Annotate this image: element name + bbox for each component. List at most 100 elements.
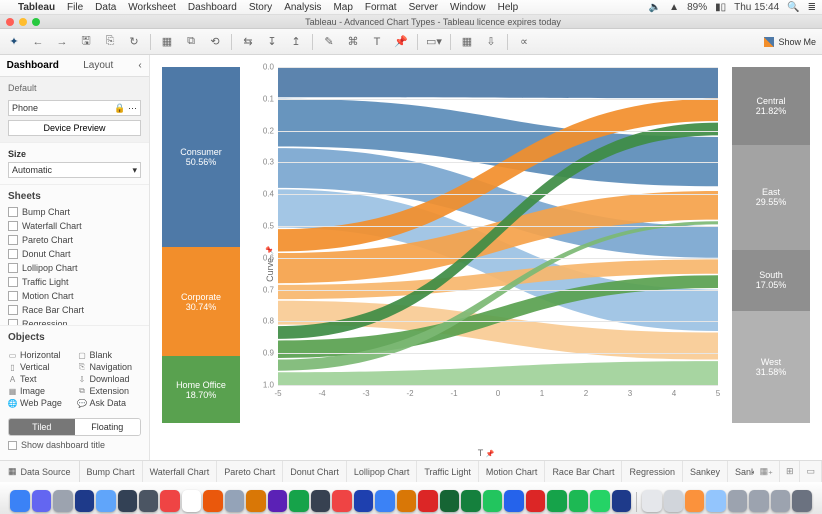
right-stacked-bar[interactable]: Central21.82%East29.55%South17.05%West31… (732, 67, 810, 423)
data-source-tab[interactable]: ▦Data Source (0, 461, 80, 482)
clear-button[interactable]: ⟲ (207, 34, 223, 50)
sidebar-collapse-button[interactable]: ‹ (131, 55, 149, 76)
obj-webpage[interactable]: 🌐Web Page (8, 398, 72, 408)
presentation-button[interactable]: ▦ (459, 34, 475, 50)
dock-app-icon[interactable] (792, 490, 811, 512)
zoom-window-button[interactable] (32, 18, 40, 26)
sheet-item[interactable]: Traffic Light (4, 275, 145, 289)
dock-app-icon[interactable] (139, 490, 158, 512)
sheet-item[interactable]: Bump Chart (4, 205, 145, 219)
menu-format[interactable]: Format (365, 2, 397, 13)
tab-lollipop-chart[interactable]: Lollipop Chart (347, 461, 418, 482)
close-window-button[interactable] (6, 18, 14, 26)
dock-app-icon[interactable] (706, 490, 725, 512)
refresh-button[interactable]: ↻ (126, 34, 142, 50)
show-title-checkbox[interactable] (8, 441, 17, 450)
segment-home-office[interactable]: Home Office18.70% (162, 356, 240, 423)
save-button[interactable]: 🖫 (78, 34, 94, 50)
tableau-logo-icon[interactable]: ✦ (6, 34, 22, 50)
obj-extension[interactable]: ⧉Extension (78, 386, 142, 396)
dock-app-icon[interactable] (749, 490, 768, 512)
segment-south[interactable]: South17.05% (732, 250, 810, 311)
dock-app-icon[interactable] (547, 490, 566, 512)
labels-button[interactable]: T (369, 34, 385, 50)
dock-app-icon[interactable] (440, 490, 459, 512)
wifi-icon[interactable]: ▲ (669, 2, 679, 13)
obj-vertical[interactable]: ▯Vertical (8, 362, 72, 372)
obj-navigation[interactable]: ⎘Navigation (78, 362, 142, 372)
sheet-item[interactable]: Lollipop Chart (4, 261, 145, 275)
dock-app-icon[interactable] (569, 490, 588, 512)
dock-app-icon[interactable] (354, 490, 373, 512)
dock-app-icon[interactable] (118, 490, 137, 512)
show-me-button[interactable]: Show Me (764, 37, 816, 47)
segment-west[interactable]: West31.58% (732, 311, 810, 423)
menu-map[interactable]: Map (333, 2, 352, 13)
sheet-item[interactable]: Waterfall Chart (4, 219, 145, 233)
forward-button[interactable]: → (54, 34, 70, 50)
dock-app-icon[interactable] (203, 490, 222, 512)
swap-button[interactable]: ⇆ (240, 34, 256, 50)
control-center-icon[interactable]: ≣ (808, 2, 816, 13)
sheet-item[interactable]: Pareto Chart (4, 233, 145, 247)
tab-race-bar-chart[interactable]: Race Bar Chart (545, 461, 622, 482)
obj-askdata[interactable]: 💬Ask Data (78, 398, 142, 408)
dock-app-icon[interactable] (96, 490, 115, 512)
segment-central[interactable]: Central21.82% (732, 67, 810, 145)
dock-app-icon[interactable] (289, 490, 308, 512)
volume-icon[interactable]: 🔈 (649, 2, 661, 13)
sidebar-tab-dashboard[interactable]: Dashboard (0, 55, 66, 76)
back-button[interactable]: ← (30, 34, 46, 50)
dock-app-icon[interactable] (728, 490, 747, 512)
sort-asc-button[interactable]: ↧ (264, 34, 280, 50)
size-select[interactable]: Automatic▾ (8, 162, 141, 178)
obj-blank[interactable]: ▢Blank (78, 350, 142, 360)
menu-file[interactable]: File (67, 2, 83, 13)
sort-desc-button[interactable]: ↥ (288, 34, 304, 50)
dock-app-icon[interactable] (10, 490, 29, 512)
menu-story[interactable]: Story (249, 2, 272, 13)
sidebar-tab-layout[interactable]: Layout (66, 55, 132, 76)
dock-app-icon[interactable] (590, 490, 609, 512)
flow[interactable] (278, 67, 718, 98)
segment-east[interactable]: East29.55% (732, 145, 810, 250)
segment-corporate[interactable]: Corporate30.74% (162, 247, 240, 356)
dock-app-icon[interactable] (664, 490, 683, 512)
tab-motion-chart[interactable]: Motion Chart (479, 461, 546, 482)
sheet-item[interactable]: Regression (4, 317, 145, 325)
dock-app-icon[interactable] (612, 490, 631, 512)
dock-app-icon[interactable] (182, 490, 201, 512)
clock[interactable]: Thu 15:44 (734, 2, 779, 13)
obj-download[interactable]: ⇩Download (78, 374, 142, 384)
menu-window[interactable]: Window (450, 2, 486, 13)
new-story-tab[interactable]: ▭ (800, 461, 822, 482)
spotlight-icon[interactable]: 🔍 (787, 2, 799, 13)
highlight-button[interactable]: ✎ (321, 34, 337, 50)
obj-image[interactable]: ▦Image (8, 386, 72, 396)
dock-app-icon[interactable] (504, 490, 523, 512)
segment-consumer[interactable]: Consumer50.56% (162, 67, 240, 247)
tab-regression[interactable]: Regression (622, 461, 683, 482)
dock-app-icon[interactable] (526, 490, 545, 512)
new-dashboard-tab[interactable]: ⊞ (780, 461, 801, 482)
dock-app-icon[interactable] (418, 490, 437, 512)
group-button[interactable]: ⌘ (345, 34, 361, 50)
tab-donut-chart[interactable]: Donut Chart (283, 461, 347, 482)
menu-help[interactable]: Help (498, 2, 519, 13)
menu-dashboard[interactable]: Dashboard (188, 2, 237, 13)
sankey-chart[interactable]: Curve📌 0.00.10.20.30.40.50.60.70.80.91.0… (246, 67, 726, 460)
tab-pareto-chart[interactable]: Pareto Chart (217, 461, 283, 482)
tab-bump-chart[interactable]: Bump Chart (80, 461, 143, 482)
battery-icon[interactable]: ▮▯ (715, 2, 726, 13)
dock-app-icon[interactable] (53, 490, 72, 512)
menu-data[interactable]: Data (95, 2, 116, 13)
sheet-item[interactable]: Donut Chart (4, 247, 145, 261)
menubar-app[interactable]: Tableau (18, 2, 55, 13)
dock-app-icon[interactable] (642, 490, 661, 512)
obj-horizontal[interactable]: ▭Horizontal (8, 350, 72, 360)
dashboard-canvas[interactable]: Consumer50.56%Corporate30.74%Home Office… (150, 55, 822, 460)
dock-app-icon[interactable] (461, 490, 480, 512)
dock-app-icon[interactable] (246, 490, 265, 512)
dock-app-icon[interactable] (483, 490, 502, 512)
dock-app-icon[interactable] (160, 490, 179, 512)
